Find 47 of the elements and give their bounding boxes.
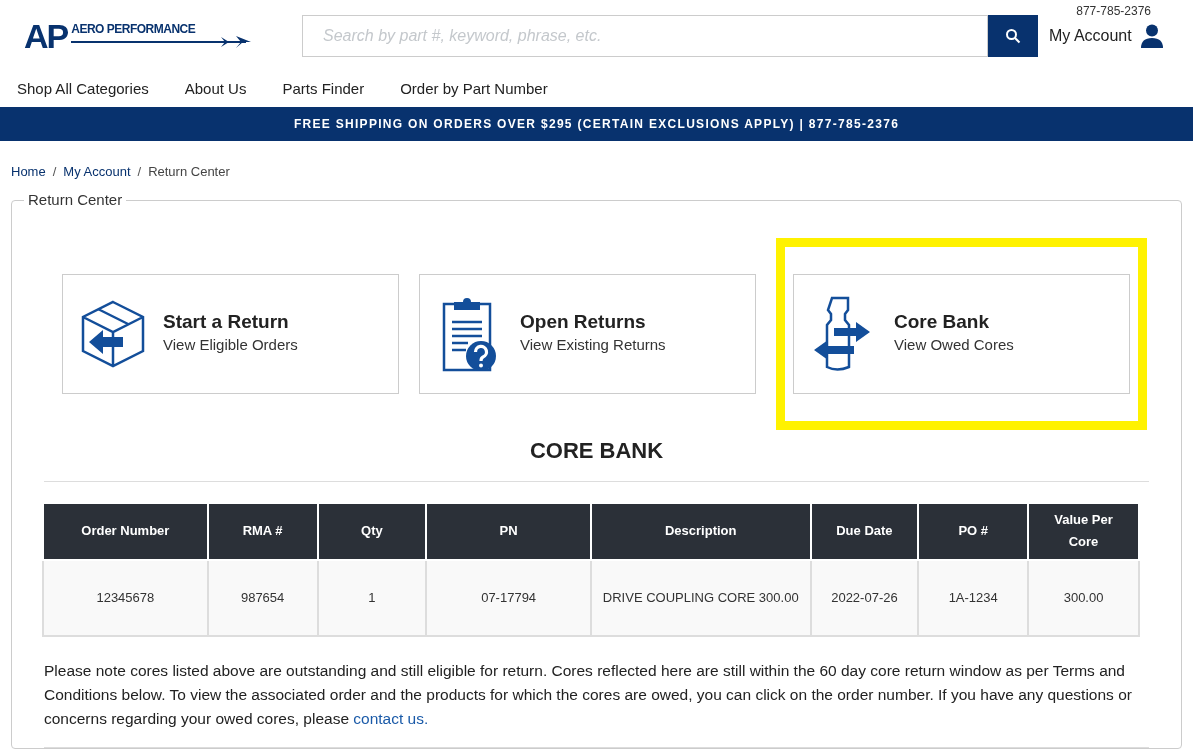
table-cell: 300.00 (1028, 559, 1139, 636)
search-button[interactable] (988, 15, 1038, 57)
table-cell: 1A-1234 (918, 559, 1029, 636)
breadcrumb-link[interactable]: Home (11, 162, 46, 182)
breadcrumb-separator: / (52, 163, 57, 182)
column-header: Value Per Core (1028, 502, 1139, 560)
return-option-card[interactable]: Start a Return View Eligible Orders (62, 273, 399, 394)
breadcrumb-current: Return Center (148, 163, 230, 182)
table-cell: 987654 (207, 559, 318, 636)
column-header: Description (590, 502, 811, 560)
my-account-link[interactable]: My Account (1049, 24, 1163, 48)
search-icon (1005, 28, 1021, 44)
user-icon (1140, 24, 1163, 48)
search-field[interactable]: Search by part #, keyword, phrase, etc. (302, 15, 988, 57)
column-header: Order Number (43, 502, 208, 560)
return-option-card[interactable]: Open Returns View Existing Returns (419, 273, 756, 394)
nav-link[interactable]: About Us (184, 78, 247, 101)
phone-number: 877-785-2376 (1076, 3, 1151, 20)
table-cell: DRIVE COUPLING CORE 300.00 (590, 559, 811, 636)
column-header: PN (426, 502, 591, 560)
table-cell: 2022-07-26 (810, 559, 919, 636)
card-subtitle: View Eligible Orders (163, 335, 298, 356)
shipping-banner: FREE SHIPPING ON ORDERS OVER $295 (CERTAIN EXCLUSIONS APPLY) | 877-785-2376 (0, 107, 1193, 141)
card-subtitle: View Owed Cores (894, 335, 1014, 356)
table-cell: 12345678 (43, 559, 208, 636)
core-bank-note: Please note cores listed above are outstanding and still eligible for return. Cores reflected here are still within the 60 day core return window as per Terms and Conditions below. To view the associated order and the products for which the cores are owed, you can click on the order number. If you have any questions or concerns regarding your owed cores, please contact us. (44, 660, 1133, 729)
card-title: Core Bank (894, 310, 991, 335)
card-subtitle: View Existing Returns (520, 335, 666, 356)
nav-link[interactable]: Shop All Categories (17, 78, 149, 101)
column-header: Qty (317, 502, 427, 560)
breadcrumb-link[interactable]: My Account (63, 162, 131, 182)
column-header: PO # (918, 502, 1029, 560)
clipboard-question-icon (442, 295, 498, 372)
nav-link[interactable]: Parts Finder (282, 78, 365, 101)
panel-legend: Return Center (24, 189, 127, 212)
table-cell: 07-17794 (426, 559, 591, 636)
contact-us-link[interactable]: contact us. (353, 709, 429, 727)
breadcrumb-separator: / (137, 163, 142, 182)
section-heading: CORE BANK (528, 436, 665, 465)
column-header: Due Date (810, 502, 919, 560)
box-arrow-icon (81, 299, 145, 368)
table-cell: 1 (317, 559, 427, 636)
card-title: Open Returns (520, 310, 647, 335)
column-header: RMA # (207, 502, 318, 560)
return-option-card[interactable]: Core Bank View Owed Cores (793, 273, 1130, 394)
nav-link[interactable]: Order by Part Number (400, 78, 548, 101)
card-title: Start a Return (163, 310, 290, 335)
